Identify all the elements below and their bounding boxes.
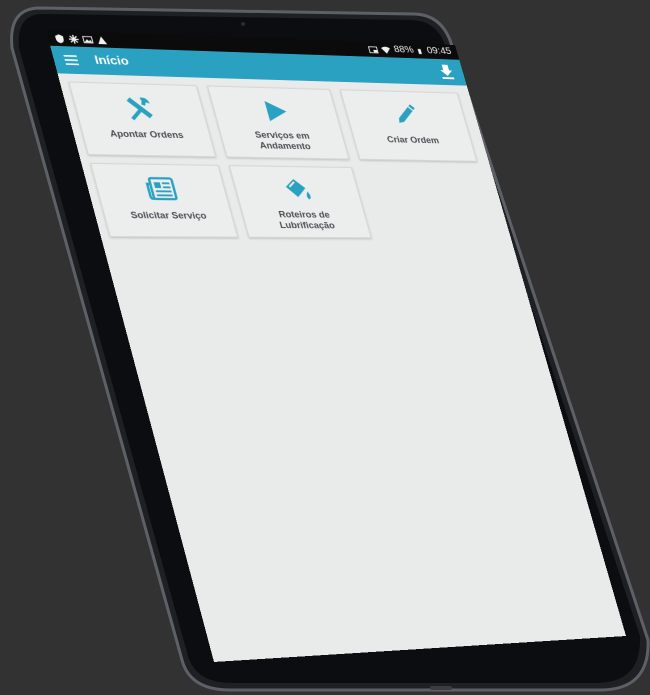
- wifi-icon: [380, 46, 392, 54]
- tools-icon: [125, 97, 154, 121]
- warning-icon: [99, 36, 108, 45]
- cast-icon: [367, 45, 378, 54]
- menu-icon[interactable]: [63, 54, 80, 66]
- solicitar-servico-tile[interactable]: Solicitar Serviço: [90, 162, 239, 238]
- play-icon: [264, 100, 290, 122]
- pencil-icon: [394, 104, 417, 124]
- solicitar-servico-label: Solicitar Serviço: [129, 210, 208, 221]
- clock: 09:45: [425, 45, 453, 57]
- page-title: Início: [92, 53, 131, 68]
- servicos-em-andamento-tile[interactable]: Serviços em Andamento: [206, 85, 350, 160]
- image-icon: [82, 35, 94, 44]
- roteiros-label-line1: Roteiros de: [277, 209, 331, 220]
- roteiros-label-line2: Lubrificação: [278, 220, 336, 231]
- battery-icon: [417, 48, 422, 54]
- servicos-label-line2: Andamento: [258, 140, 312, 152]
- front-camera: [241, 22, 245, 26]
- battery-percent: 88%: [392, 44, 416, 56]
- criar-ordem-label: Criar Ordem: [385, 134, 441, 146]
- download-icon[interactable]: [438, 64, 456, 80]
- snowflake-icon: [68, 34, 80, 44]
- apontar-ordens-tile[interactable]: Apontar Ordens: [68, 81, 217, 158]
- roteiros-de-lubrificacao-tile[interactable]: Roteiros de Lubrificação: [228, 165, 372, 239]
- apontar-ordens-label: Apontar Ordens: [108, 128, 185, 141]
- paint-bucket-icon: [283, 177, 312, 200]
- newspaper-icon: [145, 177, 179, 202]
- shield-icon: [54, 33, 64, 43]
- criar-ordem-tile[interactable]: Criar Ordem: [339, 89, 478, 162]
